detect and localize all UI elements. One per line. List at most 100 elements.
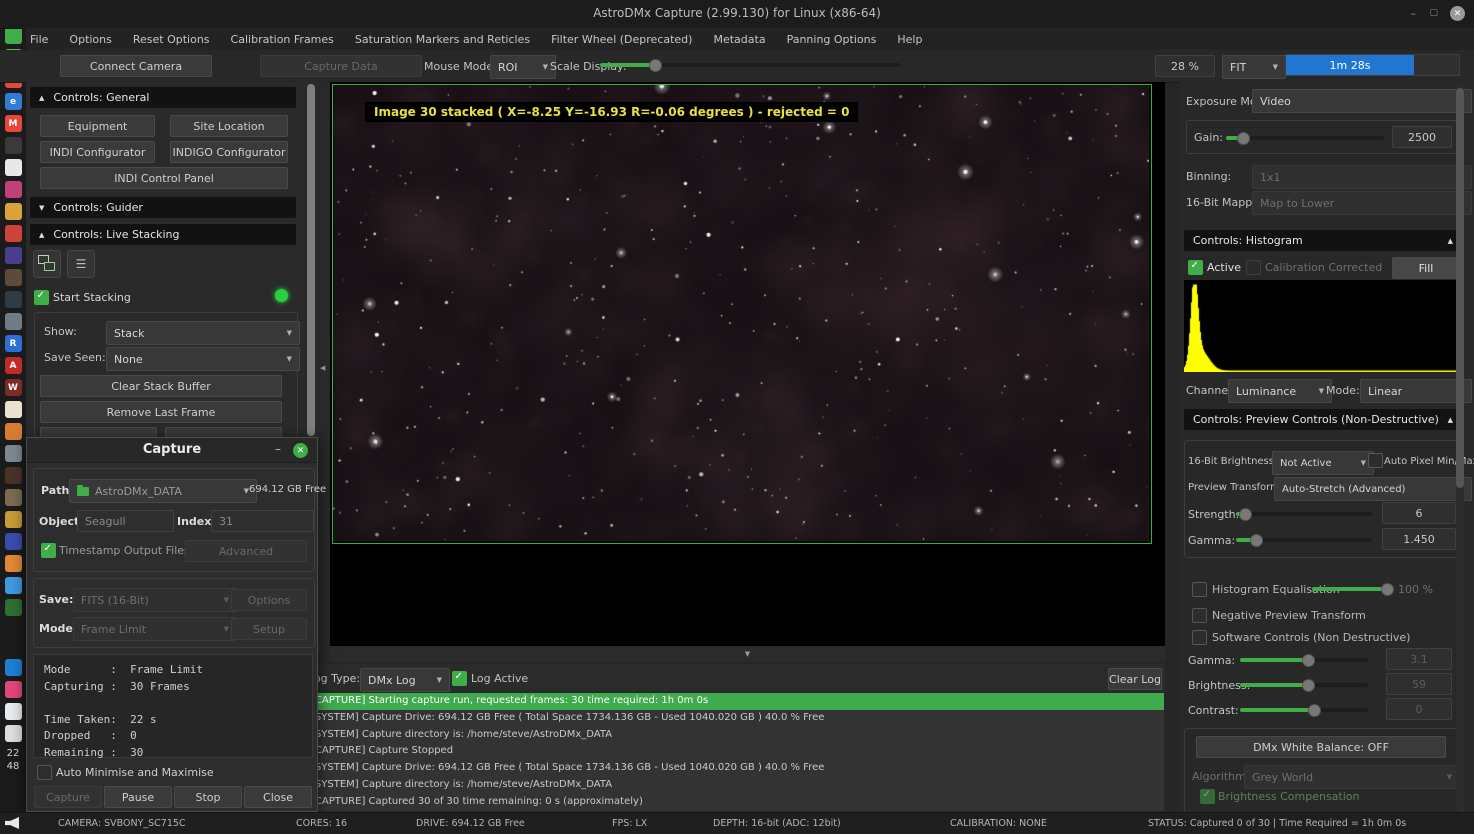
- clear-stack-buffer-button[interactable]: Clear Stack Buffer: [40, 375, 282, 397]
- capture-dialog-titlebar[interactable]: Capture – ✕: [27, 438, 317, 463]
- stack-mode-icon-button[interactable]: [33, 250, 61, 278]
- channel-select[interactable]: Luminance ▼: [1228, 379, 1332, 403]
- dock-icon-pink-app[interactable]: [5, 181, 22, 198]
- white-balance-button[interactable]: DMx White Balance: OFF: [1196, 736, 1446, 758]
- minimize-icon[interactable]: –: [1411, 7, 1417, 20]
- remove-last-frame-button[interactable]: Remove Last Frame: [40, 401, 282, 423]
- stack-settings-icon-button[interactable]: ☰: [67, 250, 95, 278]
- auto-minimise-checkbox[interactable]: [37, 765, 52, 780]
- options-button[interactable]: Options: [231, 589, 307, 611]
- dock-icon-image-viewer[interactable]: [5, 203, 22, 220]
- scrollbar-handle[interactable]: [1456, 88, 1464, 488]
- dock-icon-owl-app[interactable]: [5, 467, 22, 484]
- binning-select[interactable]: 1x1 ▼: [1252, 165, 1472, 189]
- dock-icon-settings-wrench[interactable]: [5, 659, 22, 676]
- exposure-mode-select[interactable]: Video ▼: [1252, 89, 1472, 113]
- log-active-checkbox[interactable]: [452, 671, 467, 686]
- mouse-mode-select[interactable]: ROI ▼: [490, 55, 556, 79]
- slider-knob[interactable]: [1308, 704, 1321, 717]
- bit-mapping-select[interactable]: Map to Lower ▼: [1252, 191, 1472, 215]
- capture-button[interactable]: Capture: [34, 786, 102, 808]
- close-button[interactable]: Close: [244, 786, 312, 808]
- sw-contrast-value-box[interactable]: 0: [1386, 698, 1452, 720]
- indi-configurator-button[interactable]: INDI Configurator: [40, 141, 155, 163]
- connect-camera-button[interactable]: Connect Camera: [60, 55, 212, 77]
- dock-icon-orange-app[interactable]: [5, 423, 22, 440]
- section-header-guider[interactable]: ▼ Controls: Guider: [30, 197, 296, 218]
- setup-button[interactable]: Setup: [231, 618, 307, 640]
- dock-icon-abiword[interactable]: A: [5, 357, 22, 374]
- save-seen-select[interactable]: None ▼: [106, 347, 300, 371]
- dock-icon-mahjong[interactable]: [5, 401, 22, 418]
- menu-item-file[interactable]: File: [30, 33, 48, 46]
- dock-icon-globe-app[interactable]: [5, 533, 22, 550]
- dock-icon-photos[interactable]: [5, 159, 22, 176]
- speaker-icon[interactable]: [5, 817, 19, 829]
- show-select[interactable]: Stack ▼: [106, 321, 300, 345]
- bit-brightness-select[interactable]: Not Active ▼: [1272, 451, 1374, 475]
- pause-button[interactable]: Pause: [104, 786, 172, 808]
- dock-icon-screenshot-dark[interactable]: [5, 137, 22, 154]
- menu-item-help[interactable]: Help: [897, 33, 922, 46]
- slider-knob[interactable]: [649, 59, 662, 72]
- dock-icon-red-app[interactable]: [5, 225, 22, 242]
- dock-icon-purple-app[interactable]: [5, 247, 22, 264]
- log-type-select[interactable]: DMx Log ▼: [360, 668, 450, 692]
- menu-item-calibration-frames[interactable]: Calibration Frames: [231, 33, 334, 46]
- algorithm-select[interactable]: Grey World ▼: [1244, 765, 1460, 789]
- fill-button[interactable]: Fill: [1392, 257, 1460, 279]
- sw-brightness-slider[interactable]: [1240, 683, 1368, 687]
- slider-knob[interactable]: [1250, 534, 1263, 547]
- menu-item-saturation-markers-and-reticles[interactable]: Saturation Markers and Reticles: [355, 33, 530, 46]
- auto-pixel-checkbox[interactable]: [1368, 453, 1383, 468]
- dock-icon-camera-app[interactable]: [5, 445, 22, 462]
- section-header-histogram[interactable]: Controls: Histogram ▲: [1184, 230, 1462, 251]
- advanced-button[interactable]: Advanced: [185, 540, 307, 562]
- dock-icon-night-app[interactable]: [5, 291, 22, 308]
- slider-knob[interactable]: [1237, 132, 1250, 145]
- dock-icon-gold-app[interactable]: [5, 489, 22, 506]
- section-header-general[interactable]: ▲ Controls: General: [30, 87, 296, 108]
- slider-knob[interactable]: [1381, 583, 1394, 596]
- slider-knob[interactable]: [1302, 679, 1315, 692]
- dock-icon-wa-app[interactable]: W: [5, 379, 22, 396]
- strength-value-box[interactable]: 6: [1382, 502, 1456, 524]
- start-stacking-checkbox[interactable]: [34, 290, 49, 305]
- dock-icon-edge[interactable]: e: [5, 93, 22, 110]
- right-panel-scrollbar[interactable]: [1456, 82, 1464, 812]
- sw-gamma-value-box[interactable]: 3.1: [1386, 648, 1452, 670]
- menu-item-options[interactable]: Options: [69, 33, 111, 46]
- strength-slider[interactable]: [1236, 512, 1372, 516]
- stop-button[interactable]: Stop: [174, 786, 242, 808]
- sw-gamma-slider[interactable]: [1240, 658, 1368, 662]
- site-location-button[interactable]: Site Location: [170, 115, 288, 137]
- gain-value-box[interactable]: 2500: [1392, 126, 1452, 148]
- scale-display-slider[interactable]: [600, 63, 900, 67]
- dock-icon-edit-app[interactable]: [5, 555, 22, 572]
- dock-icon-rawtherapee[interactable]: R: [5, 335, 22, 352]
- fit-select[interactable]: FIT ▼: [1222, 55, 1286, 79]
- equipment-button[interactable]: Equipment: [40, 115, 155, 137]
- capture-mode-select[interactable]: Frame Limit ▼: [73, 617, 237, 641]
- menu-item-filter-wheel-deprecated-[interactable]: Filter Wheel (Deprecated): [551, 33, 692, 46]
- dock-icon-display-app[interactable]: [5, 313, 22, 330]
- clear-log-button[interactable]: Clear Log: [1108, 668, 1162, 690]
- indi-control-panel-button[interactable]: INDI Control Panel: [40, 167, 288, 189]
- histogram-equalisation-checkbox[interactable]: [1192, 582, 1207, 597]
- histogram-active-checkbox[interactable]: [1188, 260, 1203, 275]
- maximize-icon[interactable]: ▢: [1429, 8, 1438, 18]
- calibration-corrected-checkbox[interactable]: [1246, 260, 1261, 275]
- section-header-preview-controls[interactable]: Controls: Preview Controls (Non-Destruct…: [1184, 409, 1462, 430]
- collapse-down-icon[interactable]: ▼: [745, 650, 750, 658]
- capture-data-button[interactable]: Capture Data: [260, 55, 422, 77]
- menu-item-reset-options[interactable]: Reset Options: [133, 33, 210, 46]
- dock-icon-screenshot-tool[interactable]: [5, 703, 22, 720]
- negative-preview-checkbox[interactable]: [1192, 608, 1207, 623]
- preview-gamma-value-box[interactable]: 1.450: [1382, 528, 1456, 550]
- path-select[interactable]: AstroDMx_DATA ▼: [69, 479, 257, 503]
- object-input[interactable]: Seagull: [77, 510, 174, 532]
- dock-icon-cheese[interactable]: [5, 577, 22, 594]
- brightness-compensation-checkbox[interactable]: [1200, 789, 1215, 804]
- software-controls-checkbox[interactable]: [1192, 630, 1207, 645]
- close-icon[interactable]: ✕: [1450, 6, 1465, 21]
